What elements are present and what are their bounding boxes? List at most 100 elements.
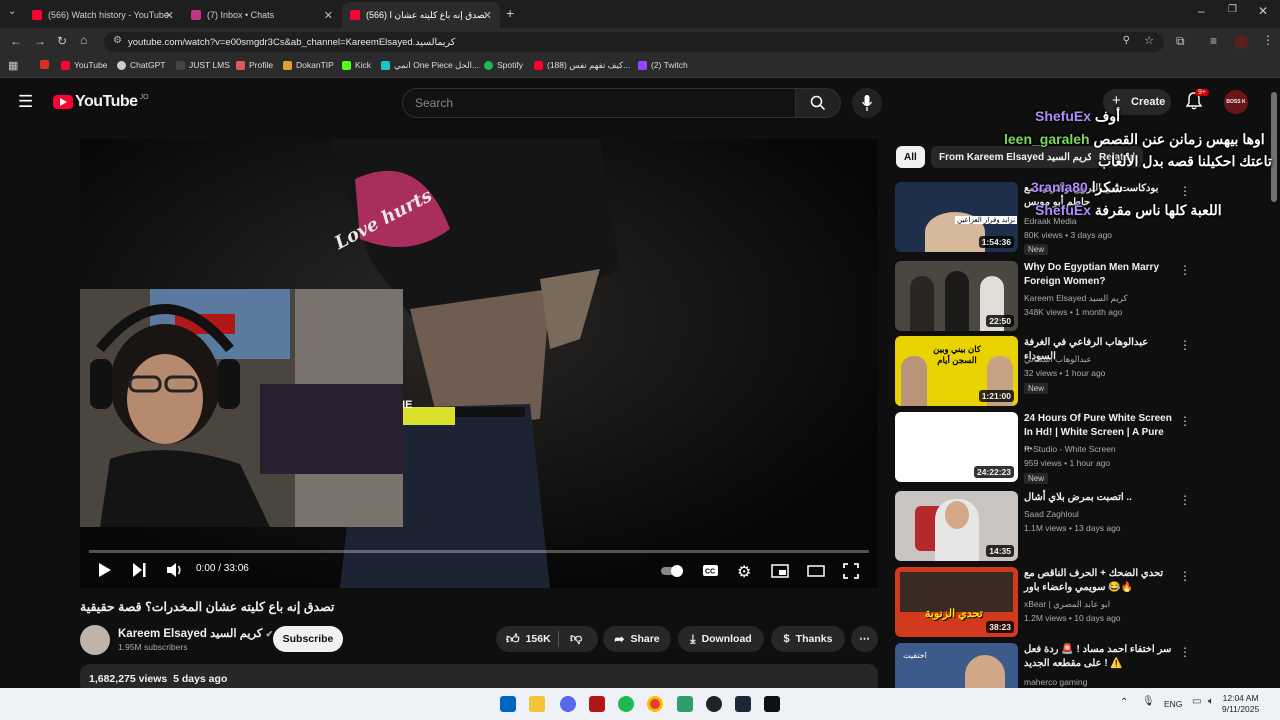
gmail-bookmark[interactable] <box>40 60 53 69</box>
windows-start-icon[interactable] <box>500 696 516 712</box>
bookmark-star-icon[interactable]: ☆ <box>1144 34 1154 47</box>
play-button[interactable] <box>98 562 112 581</box>
bookmark-video[interactable]: (188) كيف تفهم نفس... <box>534 60 630 71</box>
more-options-icon[interactable]: ⋮ <box>1179 645 1191 659</box>
search-button[interactable] <box>795 88 841 118</box>
media-icon[interactable]: ≡ <box>1210 34 1217 48</box>
bookmark-youtube[interactable]: YouTube <box>61 60 107 70</box>
skip-next-icon <box>133 563 146 577</box>
description-box[interactable]: 1,682,275 views 5 days ago <box>80 664 878 688</box>
steam-icon[interactable] <box>735 696 751 712</box>
close-icon[interactable]: ✕ <box>165 9 174 22</box>
more-actions-button[interactable]: ⋯ <box>851 626 878 652</box>
autoplay-toggle[interactable] <box>660 564 686 581</box>
more-options-icon[interactable]: ⋮ <box>1179 263 1191 277</box>
bookmark-one-piece[interactable]: انمي One Piece الحل... <box>381 60 479 71</box>
file-explorer-icon[interactable] <box>529 696 545 712</box>
app-icon[interactable] <box>677 696 693 712</box>
forward-icon[interactable]: → <box>34 34 46 48</box>
more-options-icon[interactable]: ⋮ <box>1179 184 1191 198</box>
download-button[interactable]: ⤓ Download <box>678 626 764 652</box>
subscribe-button[interactable]: Subscribe <box>273 626 343 652</box>
bookmark-chatgpt[interactable]: ChatGPT <box>117 60 165 70</box>
close-icon[interactable]: ✕ <box>483 9 492 22</box>
app-icon[interactable] <box>589 696 605 712</box>
tab-inbox[interactable]: (7) Inbox • Chats ✕ <box>183 2 341 28</box>
profile-avatar[interactable] <box>1234 35 1248 49</box>
apps-grid-icon[interactable]: ▦ <box>8 59 18 72</box>
voice-search-button[interactable] <box>852 88 882 118</box>
related-video[interactable]: 14:35 اتصبت بمرض بلاي أشال .. Saad Zaghl… <box>895 491 1195 561</box>
share-button[interactable]: ➦ Share <box>603 626 671 652</box>
site-info-icon[interactable]: ⚙ <box>113 35 122 46</box>
next-button[interactable] <box>132 562 146 581</box>
url-field[interactable]: ⚙ youtube.com/watch?v=e00smgdr3Cs&ab_cha… <box>104 32 1164 52</box>
maximize-button[interactable]: ❐ <box>1228 4 1237 15</box>
bookmark-dokantip[interactable]: DokanTIP <box>283 60 334 70</box>
search-input[interactable]: Search <box>402 88 796 118</box>
github-icon[interactable] <box>706 696 722 712</box>
chip-from-channel[interactable]: From Kareem Elsayed كريم السيد <box>931 146 1101 168</box>
related-video[interactable]: كان بيني وبين السجن أيام 1:21:00 عبدالوه… <box>895 336 1195 406</box>
progress-bar[interactable] <box>89 550 869 553</box>
more-options-icon[interactable]: ⋮ <box>1179 569 1191 583</box>
window-close-button[interactable]: ✕ <box>1258 4 1268 18</box>
bookmark-spotify[interactable]: Spotify <box>484 60 523 70</box>
chrome-icon[interactable] <box>647 696 663 712</box>
related-video[interactable]: تحدي الزنوبة 38:23 تحدي الضحك + الحرف ال… <box>895 567 1195 637</box>
language-indicator[interactable]: ENG <box>1164 699 1182 709</box>
chevron-up-icon[interactable]: ⌃ <box>1120 697 1128 708</box>
bookmark-just-lms[interactable]: JUST LMS <box>176 60 230 70</box>
back-icon[interactable]: ← <box>10 34 22 48</box>
like-count[interactable]: 156K <box>526 633 551 645</box>
close-icon[interactable]: ✕ <box>324 9 333 22</box>
new-tab-button[interactable]: + <box>506 5 514 21</box>
chip-all[interactable]: All <box>896 146 925 168</box>
tab-watch-history[interactable]: (566) Watch history - YouTube ✕ <box>24 2 182 28</box>
discord-icon[interactable] <box>560 696 576 712</box>
spotify-icon[interactable] <box>618 696 634 712</box>
settings-gear-icon[interactable]: ⚙ <box>737 562 751 582</box>
menu-icon[interactable]: ⋮ <box>1262 33 1274 47</box>
system-clock[interactable]: 12:04 AM 9/11/2025 <box>1222 693 1259 715</box>
more-options-icon[interactable]: ⋮ <box>1179 493 1191 507</box>
volume-tray-icon[interactable]: 🔈︎ <box>1208 696 1214 707</box>
theater-mode-button[interactable] <box>807 565 825 580</box>
like-button[interactable]: 👍︎ <box>506 631 520 647</box>
like-dislike-group: 👍︎ 156K 👎︎ <box>496 626 598 652</box>
bookmark-twitch[interactable]: (2) Twitch <box>638 60 688 70</box>
miniplayer-button[interactable] <box>771 564 789 581</box>
network-icon[interactable]: ▭ <box>1192 696 1201 707</box>
more-options-icon[interactable]: ⋮ <box>1179 338 1191 352</box>
zoom-icon[interactable]: ⚲ <box>1123 35 1130 46</box>
more-options-icon[interactable]: ⋮ <box>1179 414 1191 428</box>
extensions-icon[interactable]: ⧉ <box>1176 34 1185 49</box>
bookmark-kick[interactable]: Kick <box>342 60 371 70</box>
tab-search-icon[interactable]: ⌄ <box>8 6 16 17</box>
thanks-button[interactable]: $ Thanks <box>771 626 845 652</box>
video-player[interactable]: Love hurts AME <box>80 139 878 588</box>
menu-hamburger-icon[interactable]: ☰ <box>18 92 33 112</box>
bookmark-profile[interactable]: Profile <box>236 60 273 70</box>
fullscreen-button[interactable] <box>843 563 859 582</box>
captions-button[interactable]: CC <box>702 564 719 580</box>
terminal-icon[interactable] <box>764 696 780 712</box>
channel-name[interactable]: Kareem Elsayed كريم السيد ✔ <box>118 626 273 640</box>
notifications-button[interactable]: 9+ <box>1185 89 1209 115</box>
volume-button[interactable] <box>166 562 184 581</box>
related-video[interactable]: 24:22:23 24 Hours Of Pure White Screen I… <box>895 412 1195 484</box>
tab-current-video[interactable]: (566) تصدق إنه باع كليته عشان ا... ✕ <box>342 2 500 28</box>
related-video[interactable]: 22:50 Why Do Egyptian Men Marry Foreign … <box>895 261 1195 331</box>
webcam-frame <box>80 289 403 527</box>
chat-message: leen_garaleh اوها بيهس زمانن عنن القصص <box>1004 131 1265 147</box>
youtube-logo[interactable]: YouTube JO <box>53 93 149 111</box>
reload-icon[interactable]: ↻ <box>57 34 67 48</box>
minimize-button[interactable]: – <box>1198 4 1205 18</box>
home-icon[interactable]: ⌂ <box>80 33 87 47</box>
mic-tray-icon[interactable]: 🎙︎ <box>1142 696 1155 707</box>
page-scrollbar[interactable] <box>1271 92 1277 202</box>
dislike-button[interactable]: 👎︎ <box>570 631 582 646</box>
account-avatar[interactable]: BOSS K <box>1224 90 1248 114</box>
channel-avatar[interactable] <box>80 625 110 655</box>
related-video[interactable]: اختفيت سر اختفاء احمد مساد ! 🚨 ردة فعل ع… <box>895 643 1195 688</box>
